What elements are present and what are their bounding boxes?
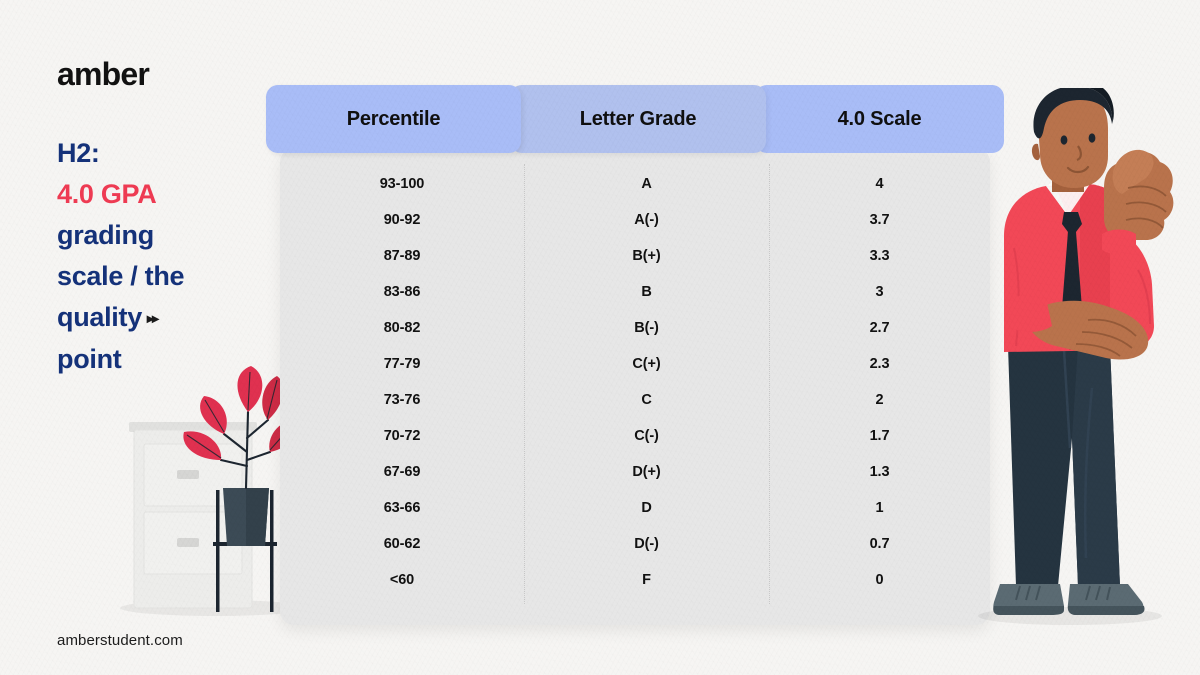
column-header-label: Percentile: [346, 107, 441, 130]
cell-scale: 3.3: [869, 248, 890, 264]
headline-line-4: point: [57, 344, 122, 374]
cell-percentile: 63-66: [383, 500, 421, 516]
cell-scale: 0.7: [869, 536, 890, 552]
headline-label: H2:: [57, 138, 100, 168]
column-header-letter-grade[interactable]: Letter Grade: [510, 85, 766, 153]
cell-scale: 0: [875, 572, 884, 588]
column-divider-1: [524, 164, 525, 604]
left-panel: amber H2: 4.0 GPA grading scale / the qu…: [0, 0, 270, 675]
table-row: 90-92 A(-) 3.7: [280, 202, 990, 238]
table-row: 80-82 B(-) 2.7: [280, 310, 990, 346]
pants: [1008, 346, 1120, 586]
site-url: amberstudent.com: [57, 632, 183, 649]
cell-scale: 2.7: [869, 320, 890, 336]
cell-percentile: 77-79: [383, 356, 421, 372]
cell-percentile: 93-100: [379, 176, 425, 192]
cell-scale: 3.7: [869, 212, 890, 228]
cell-percentile: <60: [389, 572, 415, 588]
cell-percentile: 87-89: [383, 248, 421, 264]
cell-percentile: 73-76: [383, 392, 421, 408]
shoes: [993, 584, 1145, 615]
table-row: 63-66 D 1: [280, 490, 990, 526]
cell-scale: 4: [875, 176, 884, 192]
cell-percentile: 67-69: [383, 464, 421, 480]
cell-scale: 2.3: [869, 356, 890, 372]
cell-letter_grade: D: [641, 500, 652, 516]
cell-letter_grade: B(-): [634, 320, 659, 336]
man-thumbs-up-illustration: [960, 86, 1200, 628]
cell-scale: 1.3: [869, 464, 890, 480]
table-row: 73-76 C 2: [280, 382, 990, 418]
table-row: 93-100 A 4: [280, 166, 990, 202]
table-row: <60 F 0: [280, 562, 990, 598]
double-arrow-icon: ▸▸: [146, 310, 159, 326]
cell-percentile: 60-62: [383, 536, 421, 552]
cell-letter_grade: A(-): [634, 212, 659, 228]
cell-percentile: 90-92: [383, 212, 421, 228]
table-row: 67-69 D(+) 1.3: [280, 454, 990, 490]
table-header-row: Percentile Letter Grade 4.0 Scale: [266, 85, 1004, 153]
cell-percentile: 83-86: [383, 284, 421, 300]
grading-scale-table: 93-100 A 4 90-92 A(-) 3.7 87-89 B(+) 3.3 83-86 B 3 8…: [266, 85, 1004, 625]
table-row: 83-86 B 3: [280, 274, 990, 310]
table-rows-host: 93-100 A 4 90-92 A(-) 3.7 87-89 B(+) 3.3 83-86 B 3 8…: [280, 166, 990, 598]
amber-logo: amber: [57, 56, 150, 92]
cell-scale: 3: [875, 284, 884, 300]
cell-letter_grade: A: [641, 176, 652, 192]
cell-scale: 2: [875, 392, 884, 408]
cell-letter_grade: C(-): [634, 428, 659, 444]
cell-letter_grade: B: [641, 284, 652, 300]
cell-scale: 1.7: [869, 428, 890, 444]
cell-percentile: 70-72: [383, 428, 421, 444]
table-body-panel: 93-100 A 4 90-92 A(-) 3.7 87-89 B(+) 3.3 83-86 B 3 8…: [280, 148, 990, 625]
headline-line-3: quality: [57, 302, 142, 332]
eye-right: [1088, 133, 1096, 143]
character-svg: [978, 86, 1174, 625]
table-row: 60-62 D(-) 0.7: [280, 526, 990, 562]
cell-letter_grade: B(+): [632, 248, 661, 264]
column-header-label: 4.0 Scale: [837, 107, 922, 130]
table-row: 87-89 B(+) 3.3: [280, 238, 990, 274]
cell-letter_grade: D(-): [634, 536, 659, 552]
table-row: 77-79 C(+) 2.3: [280, 346, 990, 382]
cell-letter_grade: D(+): [632, 464, 661, 480]
cell-letter_grade: F: [642, 572, 651, 588]
table-row: 70-72 C(-) 1.7: [280, 418, 990, 454]
cell-percentile: 80-82: [383, 320, 421, 336]
headline-accent: 4.0 GPA: [57, 179, 157, 209]
headline-line-2: scale / the: [57, 261, 185, 291]
column-header-percentile[interactable]: Percentile: [266, 85, 521, 153]
eye-left: [1060, 135, 1068, 145]
cell-scale: 1: [875, 500, 884, 516]
column-header-label: Letter Grade: [579, 107, 697, 130]
column-divider-2: [769, 164, 770, 604]
headline-line-1: grading: [57, 220, 154, 250]
cell-letter_grade: C: [641, 392, 652, 408]
table-grid: 93-100 A 4 90-92 A(-) 3.7 87-89 B(+) 3.3 83-86 B 3 8…: [280, 148, 990, 625]
cell-letter_grade: C(+): [632, 356, 661, 372]
head: [1031, 86, 1114, 188]
page-title: H2: 4.0 GPA grading scale / the quality ▸…: [57, 133, 267, 380]
